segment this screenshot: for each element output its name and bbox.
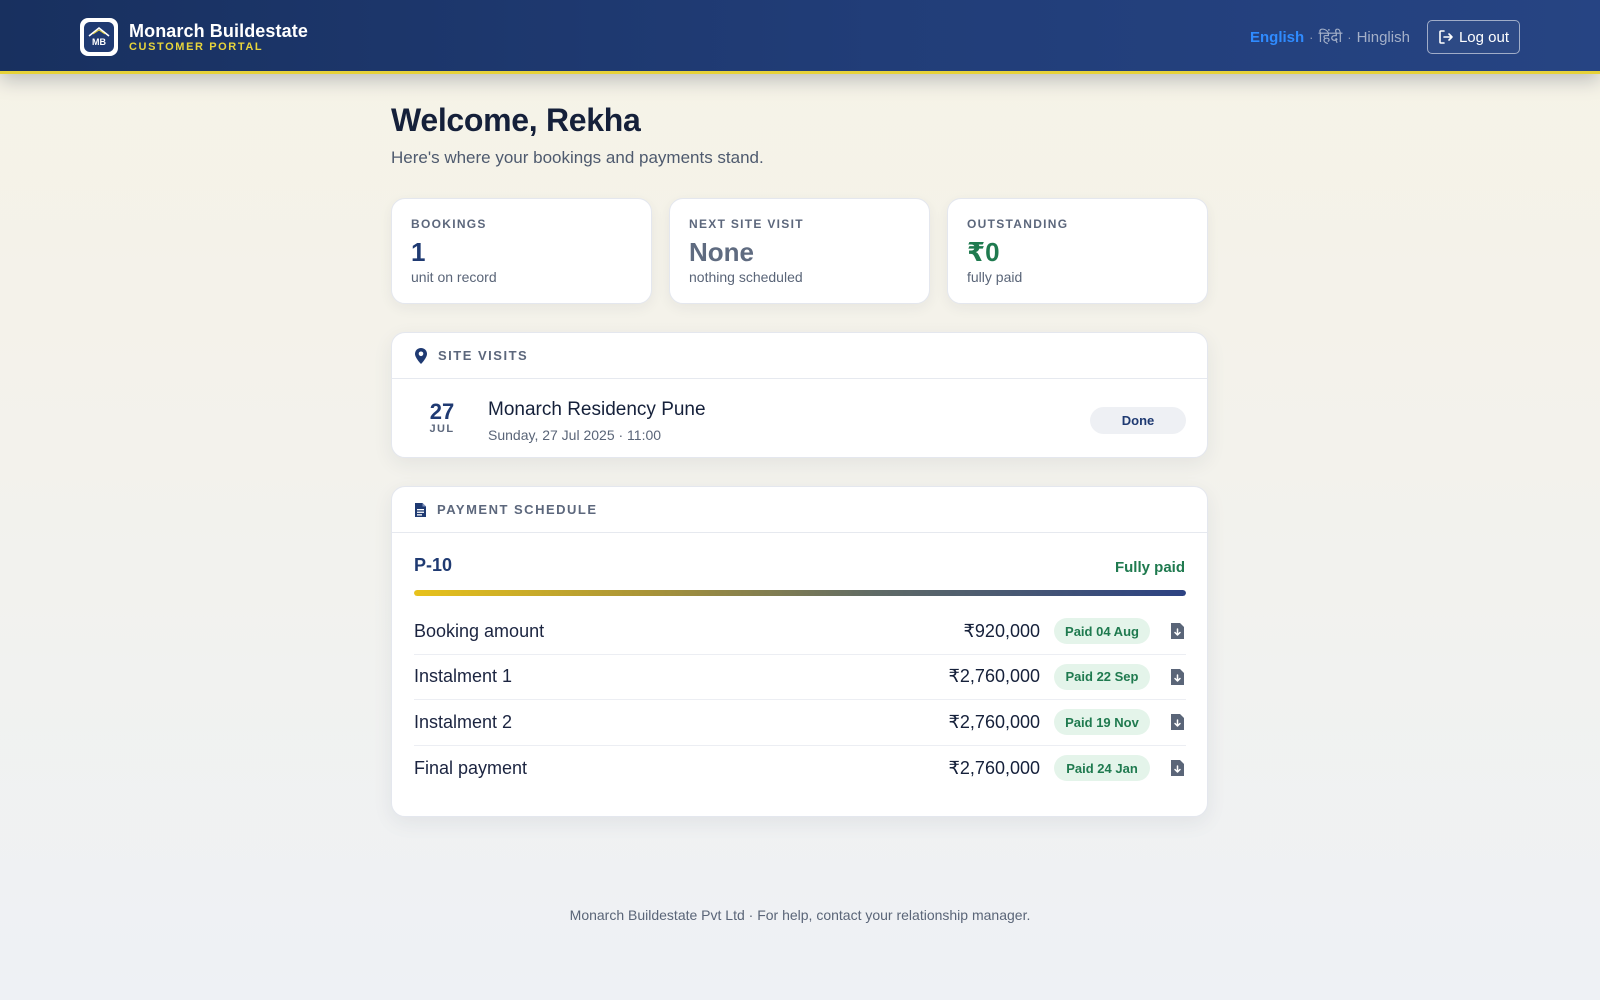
file-download-icon[interactable] [1168,712,1186,732]
payment-progress-bar [414,590,1186,596]
footer-text: Monarch Buildestate Pvt Ltd · For help, … [569,907,1031,923]
stat-note: fully paid [967,269,1023,285]
stat-card-outstanding: OUTSTANDING ₹0 fully paid [947,198,1208,304]
lang-hinglish[interactable]: Hinglish [1357,29,1410,46]
payment-label: Final payment [414,757,528,778]
map-pin-icon [415,347,427,364]
lang-english[interactable]: English [1250,29,1304,46]
stat-label: BOOKINGS [411,217,487,231]
payment-amount: ₹920,000 [963,620,1040,641]
payment-progress-fill [414,590,1186,596]
panel-title: SITE VISITS [438,348,529,363]
file-download-icon[interactable] [1168,667,1186,687]
payment-amount: ₹2,760,000 [948,666,1040,687]
stat-card-bookings: BOOKINGS 1 unit on record [391,198,652,304]
welcome-section: Welcome, Rekha Here's where your booking… [391,102,764,168]
document-icon [415,502,426,517]
payment-list: Booking amount ₹920,000 Paid 04 Aug Inst… [414,609,1186,791]
visit-project: Monarch Residency Pune [488,399,706,420]
stat-value: None [689,237,754,267]
visit-date: 27 JUL [416,399,468,436]
panel-title: PAYMENT SCHEDULE [437,502,598,517]
stat-value: 1 [411,237,426,267]
payment-amount: ₹2,760,000 [948,711,1040,732]
stat-card-next-visit: NEXT SITE VISIT None nothing scheduled [669,198,930,304]
brand-subtitle: CUSTOMER PORTAL [129,40,264,53]
logout-label: Log out [1458,28,1510,46]
payment-row: Final payment ₹2,760,000 Paid 24 Jan [414,746,1186,792]
unit-status: Fully paid [1114,559,1185,576]
brand[interactable]: MB Monarch Buildestate CUSTOMER PORTAL [80,18,308,56]
unit-id: P-10 [414,555,453,575]
visit-day: 27 [429,399,455,424]
payment-label: Instalment 2 [414,711,513,732]
brand-name: Monarch Buildestate [129,20,308,41]
visit-month: JUL [429,423,455,435]
paid-badge: Paid 22 Sep [1054,663,1150,690]
language-switcher: English · हिंदी · Hinglish [1250,27,1410,47]
payment-schedule-panel: PAYMENT SCHEDULE P-10 Fully paid Booking… [391,486,1208,817]
stat-label: NEXT SITE VISIT [689,217,804,231]
lang-separator: · [1347,29,1352,45]
stat-label: OUTSTANDING [967,217,1069,231]
file-download-icon[interactable] [1168,758,1186,778]
logout-button[interactable]: Log out [1427,20,1520,54]
lang-separator: · [1309,29,1314,45]
payment-row: Instalment 1 ₹2,760,000 Paid 22 Sep [414,655,1186,700]
lang-hindi[interactable]: हिंदी [1319,27,1343,47]
payment-label: Instalment 1 [414,666,513,687]
panel-header: SITE VISITS [392,333,1207,379]
page-subtitle: Here's where your bookings and payments … [391,148,764,167]
stat-note: nothing scheduled [689,269,803,285]
file-download-icon[interactable] [1168,621,1186,641]
site-visits-panel: SITE VISITS 27 JUL Monarch Residency Pun… [391,332,1208,458]
site-visit-item[interactable]: 27 JUL Monarch Residency Pune Sunday, 27… [392,379,1207,459]
payment-row: Booking amount ₹920,000 Paid 04 Aug [414,609,1186,655]
stat-value: ₹0 [967,237,1000,267]
page-title: Welcome, Rekha [391,102,641,138]
paid-badge: Paid 04 Aug [1054,618,1150,645]
panel-header: PAYMENT SCHEDULE [392,487,1207,533]
paid-badge: Paid 24 Jan [1054,755,1150,782]
svg-text:MB: MB [92,37,106,47]
payment-amount: ₹2,760,000 [948,757,1040,778]
payment-label: Booking amount [414,620,545,641]
stat-note: unit on record [411,269,497,285]
visit-time: Sunday, 27 Jul 2025 · 11:00 [488,427,662,443]
status-badge: Done [1090,407,1186,434]
top-header: MB Monarch Buildestate CUSTOMER PORTAL E… [0,0,1600,74]
building-logo-icon: MB [80,18,118,56]
sign-out-icon [1439,30,1453,44]
paid-badge: Paid 19 Nov [1054,709,1150,736]
payment-row: Instalment 2 ₹2,760,000 Paid 19 Nov [414,700,1186,746]
